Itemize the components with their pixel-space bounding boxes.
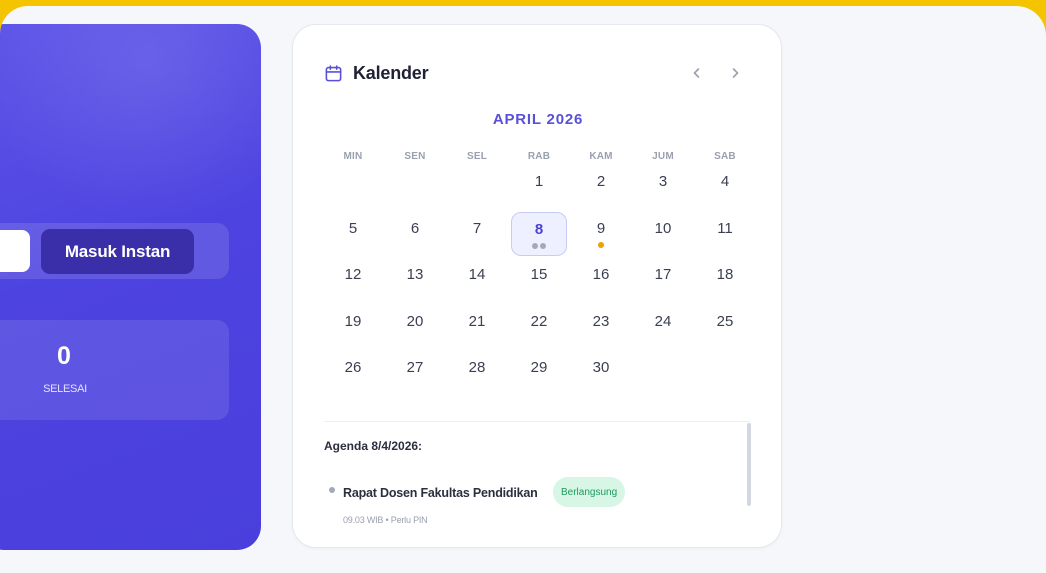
calendar-day-number: 8 <box>534 220 544 238</box>
app-frame: Masuk Instan 0 SELESAI Kalender APRIL 20… <box>0 6 1046 573</box>
calendar-header: Kalender <box>324 61 429 85</box>
calendar-day-number: 14 <box>468 266 486 283</box>
calendar-day[interactable]: 19 <box>325 305 381 349</box>
instant-entry-bar: Masuk Instan <box>0 223 229 279</box>
calendar-day-number: 30 <box>592 359 610 376</box>
calendar-day[interactable]: 6 <box>387 212 443 256</box>
agenda-item-meta: 09.03 WIB • Perlu PIN <box>343 515 428 525</box>
weekday-label: RAB <box>527 151 551 162</box>
next-month-button[interactable] <box>724 61 746 85</box>
calendar-day[interactable]: 7 <box>449 212 505 256</box>
calendar-day-number: 17 <box>654 266 672 283</box>
calendar-day[interactable]: 15 <box>511 258 567 302</box>
calendar-day-number: 11 <box>717 219 733 237</box>
calendar-title: Kalender <box>353 62 429 83</box>
calendar-day-number: 25 <box>716 312 734 330</box>
calendar-day-number: 20 <box>406 312 424 330</box>
calendar-day[interactable]: 22 <box>511 305 567 349</box>
calendar-day-number: 19 <box>344 312 362 330</box>
calendar-day[interactable]: 10 <box>635 212 691 256</box>
weekday-label: MIN <box>343 151 363 162</box>
event-dots <box>512 242 566 249</box>
calendar-day-number: 2 <box>596 173 606 190</box>
prev-month-button[interactable] <box>686 61 708 85</box>
calendar-day-number: 18 <box>716 266 734 283</box>
calendar-day[interactable]: 1 <box>511 165 567 209</box>
calendar-day[interactable]: 3 <box>635 165 691 209</box>
agenda-bullet <box>329 487 335 493</box>
calendar-day-number: 13 <box>406 266 424 283</box>
calendar-day[interactable]: 25 <box>697 305 753 349</box>
calendar-day[interactable]: 17 <box>635 258 691 302</box>
weekday-label: SEL <box>466 151 488 162</box>
stat-value: 0 <box>57 342 71 370</box>
month-label: APRIL 2026 <box>492 111 584 128</box>
calendar-day-number: 5 <box>348 219 358 237</box>
agenda-divider <box>324 421 750 422</box>
calendar-day-number: 26 <box>344 359 362 376</box>
stat-label: SELESAI <box>43 383 87 395</box>
calendar-day-number: 22 <box>530 312 548 330</box>
calendar-day[interactable]: 14 <box>449 258 505 302</box>
calendar-day-number: 21 <box>468 312 486 330</box>
calendar-day[interactable]: 20 <box>387 305 443 349</box>
weekday-label: KAM <box>589 151 613 162</box>
calendar-day[interactable]: 16 <box>573 258 629 302</box>
weekday-label: JUM <box>652 151 674 162</box>
calendar-day[interactable]: 30 <box>573 351 629 395</box>
calendar-day[interactable]: 12 <box>325 258 381 302</box>
calendar-icon <box>324 64 343 83</box>
chevron-right-icon <box>732 68 739 78</box>
calendar-day[interactable]: 13 <box>387 258 443 302</box>
days-grid: 1 2 3 4 5 6 7 8 9 10 11 12 13 14 15 16 17 18 19 20 21 22 23 24 2… <box>322 173 756 405</box>
calendar-day-number: 3 <box>658 173 668 190</box>
event-dot <box>598 241 604 248</box>
event-dot <box>532 242 538 249</box>
agenda-title: Agenda 8/4/2026: <box>324 439 423 453</box>
calendar-day[interactable]: 11 <box>697 212 753 256</box>
calendar-day-number: 6 <box>410 219 420 237</box>
calendar-day-number: 4 <box>720 173 730 190</box>
calendar-day[interactable]: 18 <box>697 258 753 302</box>
event-dot <box>540 242 546 249</box>
stat-card-completed: 0 SELESAI <box>0 320 229 420</box>
calendar-day-number: 9 <box>596 219 606 237</box>
calendar-day[interactable]: 26 <box>325 351 381 395</box>
instant-entry-button[interactable]: Masuk Instan <box>41 229 194 274</box>
calendar-day[interactable]: 21 <box>449 305 505 349</box>
calendar-day-number: 23 <box>592 312 610 330</box>
calendar-day[interactable]: 5 <box>325 212 381 256</box>
calendar-day-number: 16 <box>592 266 610 283</box>
event-dots <box>573 241 629 248</box>
calendar-day-number: 12 <box>344 266 362 283</box>
calendar-day[interactable]: 29 <box>511 351 567 395</box>
calendar-day-number: 28 <box>468 359 486 376</box>
calendar-day-number: 29 <box>530 359 548 376</box>
weekday-label: SEN <box>404 151 426 162</box>
calendar-day[interactable]: 27 <box>387 351 443 395</box>
agenda-item[interactable]: Rapat Dosen Fakultas Pendidikan Berlangs… <box>326 477 746 537</box>
calendar-day[interactable]: 28 <box>449 351 505 395</box>
calendar-day[interactable]: 24 <box>635 305 691 349</box>
pin-input[interactable] <box>0 230 30 272</box>
calendar-day-number: 1 <box>534 173 544 190</box>
calendar-day[interactable]: 2 <box>573 165 629 209</box>
calendar-day[interactable]: 9 <box>573 212 629 256</box>
agenda-item-name: Rapat Dosen Fakultas Pendidikan <box>343 486 538 500</box>
calendar-day-number: 7 <box>472 219 482 237</box>
calendar-day-number: 15 <box>530 266 548 283</box>
chevron-left-icon <box>693 68 700 78</box>
calendar-card: Kalender APRIL 2026 MIN SEN SEL RAB KAM JUM SA… <box>292 24 782 548</box>
calendar-day-number: 10 <box>654 219 672 237</box>
status-badge: Berlangsung <box>553 477 626 507</box>
calendar-day[interactable]: 23 <box>573 305 629 349</box>
calendar-day[interactable]: 8 <box>511 211 567 256</box>
calendar-day[interactable]: 4 <box>697 165 753 209</box>
weekday-label: SAB <box>714 151 736 162</box>
calendar-day-number: 27 <box>406 359 424 376</box>
agenda-scrollbar[interactable] <box>747 423 751 506</box>
calendar-day-number: 24 <box>654 312 672 330</box>
hero-panel: Masuk Instan 0 SELESAI <box>0 24 261 550</box>
